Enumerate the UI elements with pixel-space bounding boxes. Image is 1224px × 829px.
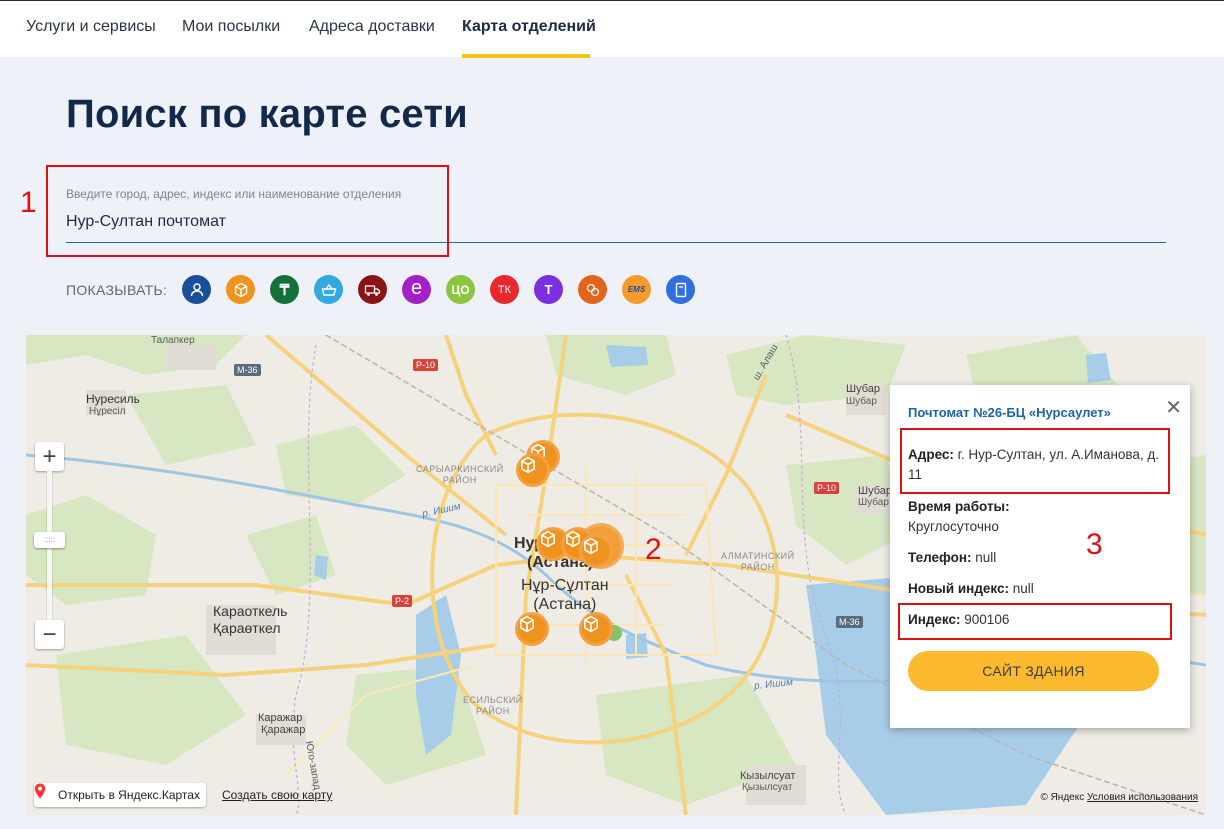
filters-label: ПОКАЗЫВАТЬ:: [66, 282, 168, 298]
map-label-nuresil: Нуресиль: [86, 392, 140, 406]
tab-services[interactable]: Услуги и сервисы: [26, 18, 156, 36]
hours-label: Время работы:: [908, 499, 1010, 514]
parcel-box-icon: [584, 615, 598, 633]
filter-t-text: T: [544, 282, 553, 297]
branch-address: Адрес: г. Нур-Султан, ул. А.Иманова, д. …: [908, 445, 1173, 485]
filter-t-icon[interactable]: T: [534, 275, 563, 304]
road-tag-p10-a: Р-10: [413, 359, 439, 371]
address-label: Адрес:: [908, 447, 954, 462]
filter-tenge-icon[interactable]: ₸: [270, 275, 299, 304]
parcel-locker-marker[interactable]: [516, 453, 550, 487]
filter-person-icon[interactable]: [182, 275, 211, 304]
parcel-box-icon: [584, 537, 598, 555]
map-label-saryarka: САРЫАРКИНСКИЙ РАЙОН: [416, 464, 504, 485]
active-tab-indicator: [462, 54, 590, 58]
filter-parcel-box-icon[interactable]: [226, 275, 255, 304]
map-label-city-kz: Нұр-Сұлтан (Астана): [521, 577, 609, 613]
map-label-kyzylsuat: Кызылсуат: [740, 770, 796, 782]
branch-index: Индекс: 900106: [908, 610, 1173, 630]
road-tag-m36-a: М-36: [234, 364, 261, 376]
zoom-slider-handle[interactable]: :::::: [34, 532, 65, 548]
filter-tso-text: ЦО: [451, 282, 470, 297]
map-label-almaty: АЛМАТИНСКИЙ РАЙОН: [721, 551, 795, 572]
branch-new-index: Новый индекс: null: [908, 579, 1173, 599]
filter-locker-icon[interactable]: [666, 275, 695, 304]
tab-my-parcels[interactable]: Мои посылки: [182, 18, 280, 36]
road-tag-p2: Р-2: [392, 595, 413, 607]
search-field: Введите город, адрес, индекс или наимено…: [66, 182, 1166, 243]
branch-hours: Время работы:: [908, 497, 1173, 517]
filter-tso-icon[interactable]: ЦО: [446, 275, 475, 304]
map-label-shubar-4: Шубар: [858, 497, 889, 508]
filter-truck-icon[interactable]: [358, 275, 387, 304]
tab-branch-map[interactable]: Карта отделений: [462, 18, 596, 36]
filter-basket-icon[interactable]: [314, 275, 343, 304]
close-icon[interactable]: ✕: [1165, 395, 1182, 420]
filter-ems-text: EMS: [627, 285, 646, 294]
branch-title-link[interactable]: Почтомат №26-БЦ «Нурсаулет»: [908, 405, 1111, 420]
map-pin-icon: [34, 783, 46, 799]
branch-phone: Телефон: null: [908, 548, 1173, 568]
copyright-text: © Яндекс: [1040, 792, 1085, 803]
filter-exchange-icon[interactable]: [578, 275, 607, 304]
branch-info-popup: Почтомат №26-БЦ «Нурсаулет» ✕ Адрес: г. …: [890, 385, 1190, 728]
building-site-button[interactable]: САЙТ ЗДАНИЯ: [908, 651, 1159, 691]
map-label-shubar-2: Шубар: [846, 396, 877, 407]
map-label-kyzylsuat-kz: Қызылсуат: [742, 782, 793, 793]
parcel-locker-marker[interactable]: [579, 534, 613, 568]
map-label-shubar-3: Шубар: [858, 485, 892, 497]
parcel-box-icon: [521, 456, 535, 474]
terms-link[interactable]: Условия использования: [1087, 792, 1198, 803]
tab-delivery-addresses[interactable]: Адреса доставки: [309, 18, 435, 36]
search-label: Введите город, адрес, индекс или наимено…: [66, 187, 402, 201]
map-label-nuresil-kz: Нұресіл: [89, 406, 126, 417]
parcel-locker-marker[interactable]: [515, 612, 549, 646]
new-index-label: Новый индекс:: [908, 581, 1009, 596]
map-label-karaotkel: Караоткель: [213, 603, 288, 619]
filter-e-text: e: [410, 277, 423, 299]
filter-e-letter-icon[interactable]: e: [402, 275, 431, 304]
index-value: 900106: [960, 612, 1010, 627]
zoom-out-button[interactable]: −: [35, 620, 64, 649]
branch-hours-value: Круглосуточно: [908, 519, 999, 534]
map-label-karaotkel-kz: Қараөткел: [213, 620, 281, 636]
annotation-number-3: 3: [1086, 528, 1103, 561]
map-label-karazhar-kz: Қаражар: [261, 724, 306, 736]
top-navigation: Услуги и сервисы Мои посылки Адреса дост…: [0, 0, 1224, 58]
index-label: Индекс:: [908, 612, 961, 627]
create-map-link[interactable]: Создать свою карту: [222, 788, 332, 802]
map-label-karazhar: Каражар: [258, 712, 303, 724]
filter-tk-icon[interactable]: ТК: [490, 275, 519, 304]
map-copyright: © Яндекс Условия использования: [1040, 792, 1198, 803]
map-label-esil: ЕСИЛЬСКИЙ РАЙОН: [463, 695, 523, 716]
filter-tenge-text: ₸: [279, 281, 290, 299]
road-tag-m36-b: М-36: [836, 616, 863, 628]
search-input[interactable]: [66, 210, 766, 234]
zoom-in-icon: +: [42, 442, 57, 470]
filter-tk-text: ТК: [497, 283, 512, 296]
map-label-talapker: Талапкер: [151, 335, 195, 346]
parcel-box-icon: [541, 530, 555, 548]
map-label-shubar-1: Шубар: [846, 383, 880, 395]
parcel-box-icon: [520, 615, 534, 633]
open-in-yandex-label: Открыть в Яндекс.Картах: [58, 788, 200, 802]
phone-value: null: [971, 550, 997, 565]
filter-ems-icon[interactable]: EMS: [622, 275, 651, 304]
parcel-locker-marker[interactable]: [579, 612, 613, 646]
open-in-yandex-button[interactable]: Открыть в Яндекс.Картах: [34, 783, 206, 807]
road-tag-p10-b: Р-10: [814, 482, 840, 494]
zoom-out-icon: −: [42, 620, 57, 648]
phone-label: Телефон:: [908, 550, 972, 565]
annotation-number-1: 1: [20, 186, 37, 219]
zoom-in-button[interactable]: +: [35, 442, 64, 471]
page-title: Поиск по карте сети: [66, 92, 468, 136]
new-index-value: null: [1009, 581, 1034, 596]
annotation-number-2: 2: [645, 533, 662, 566]
